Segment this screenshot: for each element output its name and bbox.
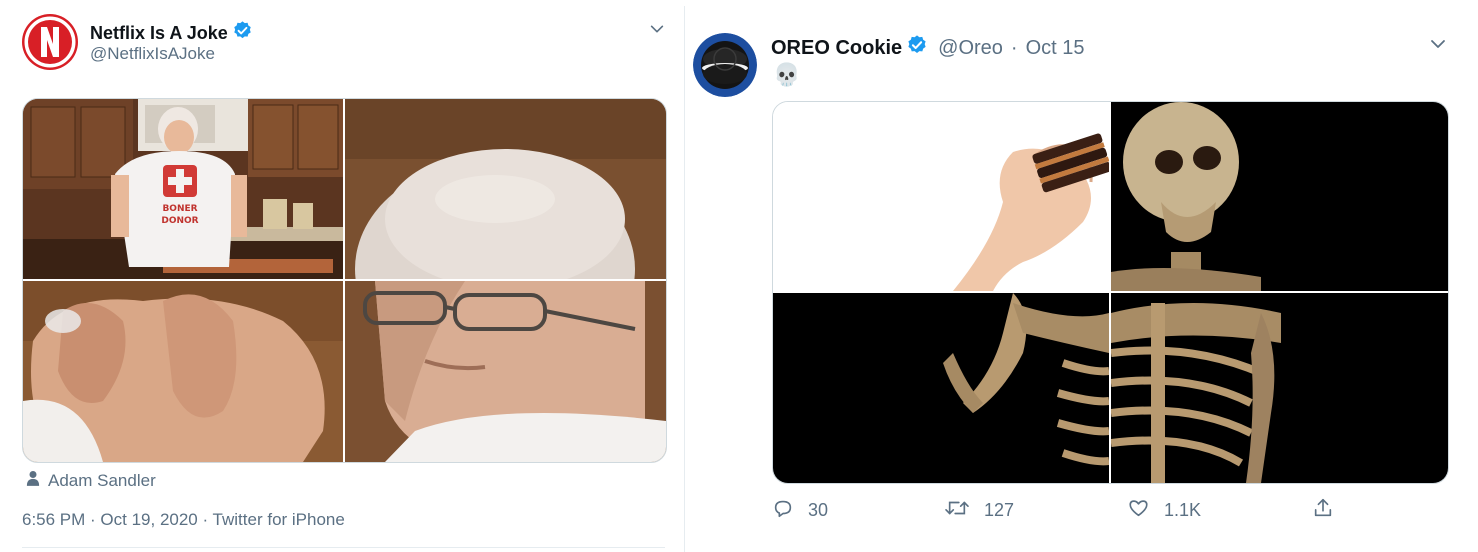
skeleton-arm-photo[interactable] [773, 293, 1109, 483]
retweet-button[interactable]: 127 [944, 497, 1014, 524]
tweet-text: 💀 [773, 62, 801, 87]
skull-photo[interactable] [1111, 102, 1448, 291]
vertical-divider [684, 6, 685, 552]
chevron-down-icon[interactable] [1428, 34, 1448, 59]
svg-text:DONOR: DONOR [161, 216, 198, 226]
shirt-print: BONER [162, 204, 197, 214]
like-button[interactable]: 1.1K [1127, 497, 1201, 524]
verified-badge-icon [232, 20, 253, 46]
share-icon [1312, 497, 1334, 524]
hand-holding-cookies-photo[interactable] [773, 102, 1109, 291]
share-button[interactable] [1312, 497, 1334, 524]
verified-badge-icon [906, 34, 928, 62]
tweet-timestamp[interactable]: 6:56 PM · Oct 19, 2020 · Twitter for iPh… [22, 510, 345, 530]
netflix-avatar[interactable] [22, 14, 78, 70]
oreo-avatar[interactable] [693, 33, 757, 97]
hand-closeup-photo[interactable] [23, 281, 343, 462]
media-grid: BONER DONOR [22, 98, 667, 463]
netflix-tweet: Netflix Is A Joke @NetflixIsAJoke BONER … [0, 0, 684, 552]
reply-button[interactable]: 30 [772, 497, 828, 524]
reply-count: 30 [808, 500, 829, 520]
netflix-n-logo-icon [22, 14, 78, 70]
oreo-cookie-logo-icon [693, 33, 757, 97]
reply-icon [772, 497, 794, 524]
media-grid [772, 101, 1449, 484]
old-man-portrait-photo[interactable] [345, 99, 666, 279]
display-name[interactable]: Netflix Is A Joke [90, 23, 228, 44]
tagged-user[interactable]: Adam Sandler [48, 471, 156, 491]
oreo-tweet: OREO Cookie @Oreo · Oct 15 💀 30 127 1.1K [686, 0, 1478, 552]
handle[interactable]: @Oreo [938, 37, 1003, 60]
retweet-count: 127 [984, 500, 1015, 520]
tweet-bottom-divider [22, 547, 665, 548]
heart-icon [1127, 497, 1150, 524]
tweet-date[interactable]: Oct 15 [1026, 37, 1085, 60]
skeleton-ribcage-photo[interactable] [1111, 293, 1448, 483]
display-name[interactable]: OREO Cookie [771, 37, 902, 60]
separator-dot: · [1010, 36, 1018, 59]
retweet-icon [944, 497, 970, 524]
chevron-down-icon[interactable] [648, 20, 666, 43]
old-man-glasses-photo[interactable] [345, 281, 666, 462]
like-count: 1.1K [1164, 500, 1202, 520]
grandma-kitchen-photo[interactable]: BONER DONOR [23, 99, 343, 279]
person-icon [26, 470, 40, 491]
handle[interactable]: @NetflixIsAJoke [90, 44, 215, 64]
